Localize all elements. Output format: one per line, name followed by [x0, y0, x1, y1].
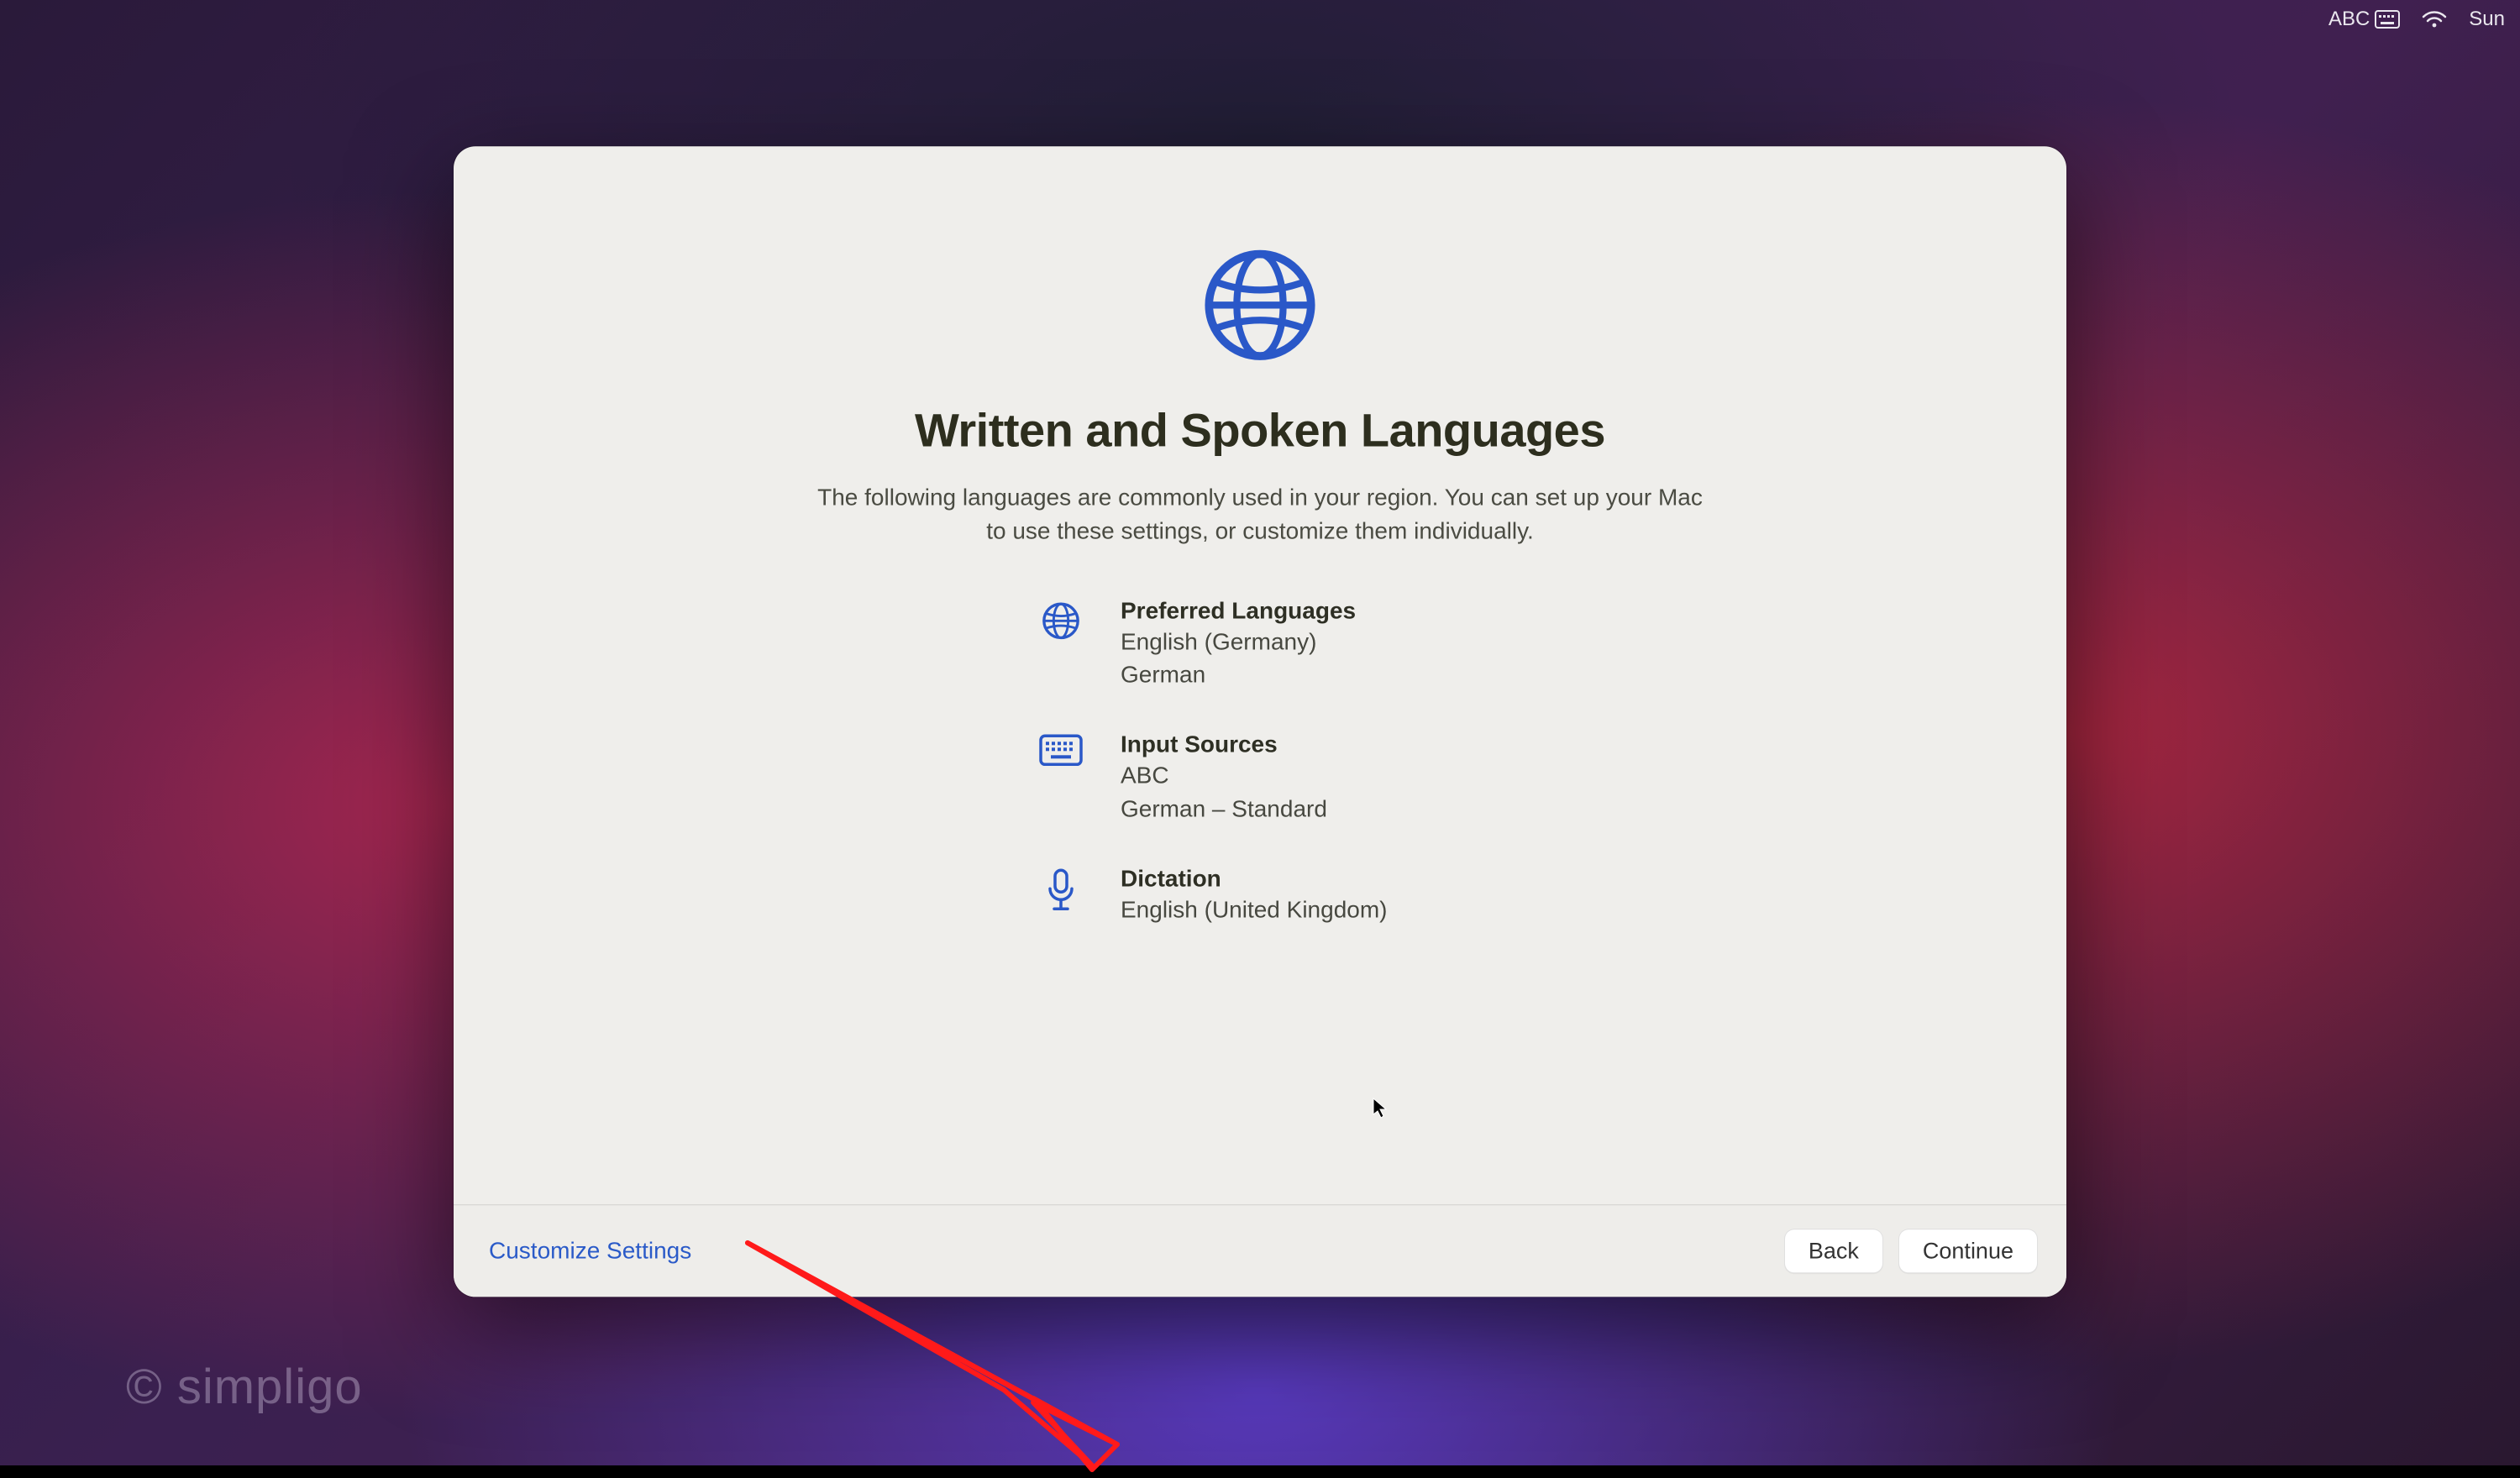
preferred-languages-item: Preferred Languages English (Germany) Ge… — [1038, 597, 1388, 691]
preferred-languages-value-1: English (Germany) — [1121, 626, 1356, 658]
dialog-title: Written and Spoken Languages — [915, 402, 1605, 457]
dictation-value-1: English (United Kingdom) — [1121, 894, 1388, 925]
preferred-languages-value-2: German — [1121, 659, 1356, 691]
input-sources-item: Input Sources ABC German – Standard — [1038, 731, 1388, 825]
input-sources-value-2: German – Standard — [1121, 793, 1327, 825]
input-source-label: ABC — [2328, 8, 2370, 31]
preferred-languages-title: Preferred Languages — [1121, 597, 1356, 624]
globe-hero-icon — [1202, 247, 1318, 367]
input-source-indicator[interactable]: ABC — [2328, 8, 2400, 31]
dialog-footer: Customize Settings Back Continue — [454, 1204, 2066, 1297]
settings-summary-list: Preferred Languages English (Germany) Ge… — [1038, 597, 1388, 925]
dictation-item: Dictation English (United Kingdom) — [1038, 865, 1388, 925]
dialog-subtitle: The following languages are commonly use… — [815, 480, 1705, 548]
menubar: ABC Sun — [2328, 0, 2520, 34]
microphone-icon — [1038, 865, 1084, 912]
watermark: © simpligo — [126, 1359, 363, 1415]
menubar-clock[interactable]: Sun — [2469, 8, 2505, 31]
wifi-icon[interactable] — [2422, 10, 2447, 29]
customize-settings-link[interactable]: Customize Settings — [482, 1232, 698, 1269]
setup-dialog: Written and Spoken Languages The followi… — [454, 146, 2066, 1297]
dictation-title: Dictation — [1121, 865, 1388, 892]
input-sources-value-1: ABC — [1121, 760, 1327, 792]
keyboard-icon — [2375, 10, 2400, 29]
back-button[interactable]: Back — [1784, 1229, 1883, 1273]
globe-icon — [1038, 597, 1084, 641]
dialog-body: Written and Spoken Languages The followi… — [454, 146, 2066, 1204]
continue-button[interactable]: Continue — [1898, 1229, 2038, 1273]
keyboard-icon — [1038, 731, 1084, 767]
input-sources-title: Input Sources — [1121, 731, 1327, 758]
